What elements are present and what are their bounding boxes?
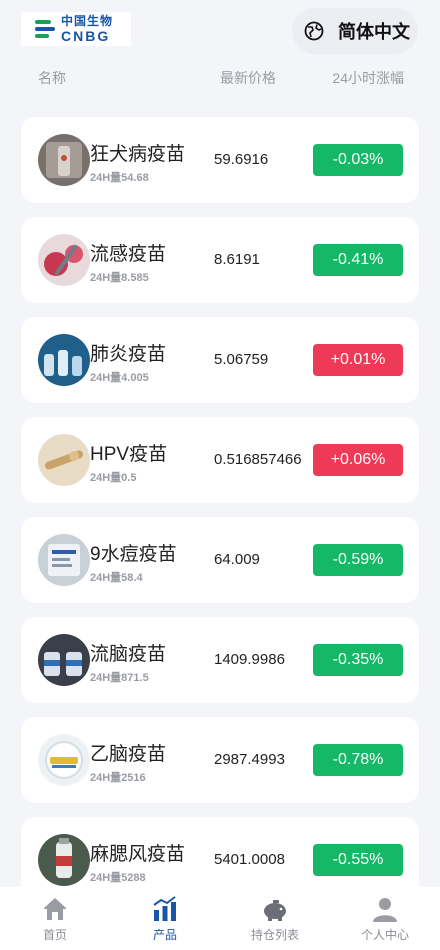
- product-volume: 24H量5288: [90, 872, 146, 884]
- product-card[interactable]: 乙脑疫苗 24H量2516 2987.4993 -0.78%: [21, 717, 419, 803]
- product-name: HPV疫苗: [90, 444, 168, 465]
- user-icon: [373, 898, 397, 922]
- pneumonia-vaccine-thumbnail: [38, 334, 90, 386]
- globe-icon: [304, 21, 324, 41]
- product-change-badge: -0.78%: [313, 744, 403, 776]
- header: 中国生物 CNBG 简体中文: [0, 0, 440, 60]
- product-change-badge: -0.55%: [313, 844, 403, 876]
- product-card[interactable]: 9水痘疫苗 24H量58.4 64.009 -0.59%: [21, 517, 419, 603]
- product-name: 乙脑疫苗: [90, 744, 167, 765]
- product-card[interactable]: 肺炎疫苗 24H量4.005 5.06759 +0.01%: [21, 317, 419, 403]
- meningitis-vaccine-thumbnail: [38, 634, 90, 686]
- product-volume: 24H量4.005: [90, 372, 149, 384]
- tab-label: 产品: [152, 928, 177, 942]
- product-change-badge: -0.41%: [313, 244, 403, 276]
- product-volume: 24H量0.5: [90, 472, 137, 484]
- logo-en-text: CNBG: [61, 28, 111, 44]
- hpv-vaccine-thumbnail: [38, 434, 90, 486]
- product-card[interactable]: 流感疫苗 24H量8.585 8.6191 -0.41%: [21, 217, 419, 303]
- tab-label: 首页: [42, 928, 67, 942]
- product-volume: 24H量871.5: [90, 672, 149, 684]
- product-name: 流感疫苗: [90, 244, 167, 265]
- product-price: 1409.9986: [214, 651, 285, 668]
- product-card[interactable]: 狂犬病疫苗 24H量54.68 59.6916 -0.03%: [21, 117, 419, 203]
- language-switch-button[interactable]: 简体中文: [292, 8, 418, 54]
- column-header-change: 24小时涨幅: [332, 70, 404, 86]
- column-header-price: 最新价格: [220, 70, 276, 86]
- tab-profile[interactable]: 个人中心: [330, 887, 440, 950]
- home-icon: [44, 898, 66, 920]
- tab-holdings[interactable]: 持仓列表: [220, 887, 330, 950]
- product-price: 0.516857466: [214, 451, 302, 468]
- product-name: 9水痘疫苗: [90, 544, 177, 565]
- product-card[interactable]: HPV疫苗 24H量0.5 0.516857466 +0.06%: [21, 417, 419, 503]
- piggy-bank-icon: [264, 900, 286, 921]
- tab-products[interactable]: 产品: [110, 887, 220, 950]
- mmr-vaccine-thumbnail: [38, 834, 90, 886]
- tab-label: 个人中心: [360, 928, 409, 942]
- product-volume: 24H量2516: [90, 772, 146, 784]
- product-price: 59.6916: [214, 151, 269, 168]
- flu-vaccine-thumbnail: [38, 234, 90, 286]
- column-header-name: 名称: [38, 70, 66, 86]
- tab-label: 持仓列表: [250, 928, 299, 942]
- product-change-badge: +0.01%: [313, 344, 403, 376]
- rabies-vaccine-thumbnail: [38, 134, 90, 186]
- product-price: 8.6191: [214, 251, 260, 268]
- varicella-vaccine-thumbnail: [38, 534, 90, 586]
- product-price: 5401.0008: [214, 851, 285, 868]
- product-name: 流脑疫苗: [90, 644, 167, 665]
- product-volume: 24H量8.585: [90, 272, 149, 284]
- encephalitis-vaccine-thumbnail: [38, 734, 90, 786]
- chart-icon: [153, 896, 176, 921]
- product-price: 64.009: [214, 551, 260, 568]
- product-price: 2987.4993: [214, 751, 285, 768]
- logo-cn-text: 中国生物: [61, 14, 114, 28]
- product-volume: 24H量54.68: [90, 172, 149, 184]
- product-name: 麻腮风疫苗: [90, 844, 186, 865]
- product-change-badge: +0.06%: [313, 444, 403, 476]
- tab-home[interactable]: 首页: [0, 887, 110, 950]
- product-change-badge: -0.35%: [313, 644, 403, 676]
- product-card[interactable]: 流脑疫苗 24H量871.5 1409.9986 -0.35%: [21, 617, 419, 703]
- cnbg-logo: 中国生物 CNBG: [21, 12, 131, 46]
- product-name: 肺炎疫苗: [90, 344, 167, 365]
- product-name: 狂犬病疫苗: [90, 144, 186, 165]
- bottom-tab-bar: 首页 产品 持仓列表 个人中心: [0, 887, 440, 950]
- logo-mark-icon: [35, 17, 55, 41]
- product-change-badge: -0.03%: [313, 144, 403, 176]
- product-price: 5.06759: [214, 351, 269, 368]
- language-label: 简体中文: [338, 22, 410, 42]
- product-volume: 24H量58.4: [90, 572, 143, 584]
- product-change-badge: -0.59%: [313, 544, 403, 576]
